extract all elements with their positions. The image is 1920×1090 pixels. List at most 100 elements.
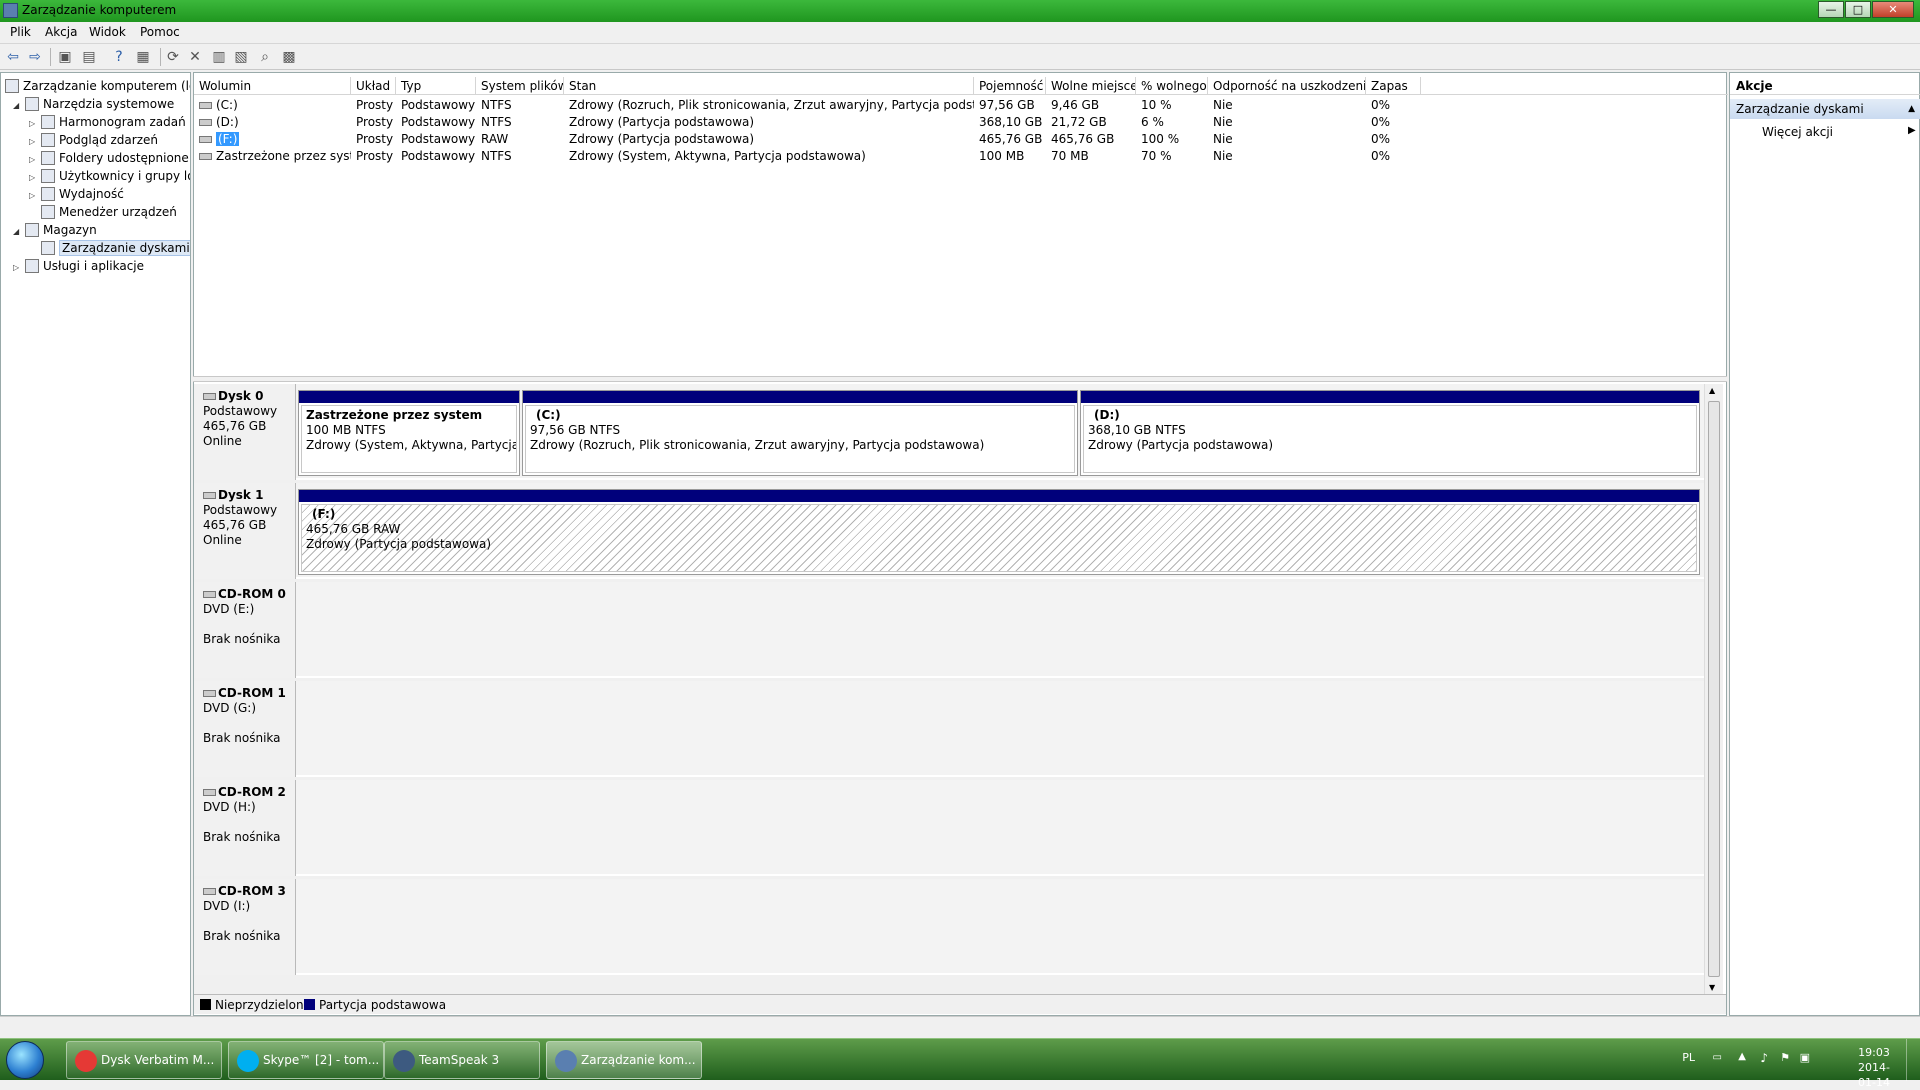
tree-item[interactable]: Menedżer urządzeń bbox=[29, 203, 177, 221]
disk-label[interactable]: CD-ROM 2 DVD (H:) Brak nośnika bbox=[194, 780, 296, 876]
table-cell: Nie bbox=[1213, 98, 1233, 112]
tree-item[interactable]: ▷ Harmonogram zadań bbox=[29, 113, 186, 131]
tree-item[interactable]: Zarządzanie dyskami bbox=[29, 239, 190, 257]
taskbar-button[interactable]: Skype™ [2] - tom... bbox=[228, 1041, 384, 1079]
more-actions-item[interactable]: Więcej akcji ▶ bbox=[1762, 125, 1916, 139]
forward-icon[interactable]: ⇨ bbox=[26, 48, 44, 66]
column-header[interactable]: Stan bbox=[564, 77, 974, 95]
table-cell: (D:) bbox=[194, 114, 351, 131]
language-indicator[interactable]: PL bbox=[1682, 1051, 1695, 1064]
properties-icon[interactable]: ▥ bbox=[210, 48, 228, 66]
disk-label[interactable]: CD-ROM 0 DVD (E:) Brak nośnika bbox=[194, 582, 296, 678]
legend-item-primary: Partycja podstawowa bbox=[304, 998, 446, 1012]
table-cell: 0% bbox=[1371, 149, 1391, 163]
disk-size bbox=[203, 716, 295, 731]
column-header[interactable]: Odporność na uszkodzenia bbox=[1208, 77, 1366, 95]
partition-area bbox=[298, 681, 1702, 777]
partition-block[interactable]: (F:) 465,76 GB RAW Zdrowy (Partycja podsta… bbox=[298, 489, 1700, 575]
partition-block[interactable]: (D:) 368,10 GB NTFS Zdrowy (Partycja podst… bbox=[1080, 390, 1700, 476]
scroll-down-icon[interactable]: ▼ bbox=[1709, 983, 1715, 992]
taskbar-button[interactable]: Dysk Verbatim M... bbox=[66, 1041, 222, 1079]
network-icon[interactable]: ▣ bbox=[1800, 1051, 1810, 1064]
column-header[interactable]: Układ bbox=[351, 77, 396, 95]
search-icon[interactable]: ⌕ bbox=[256, 48, 274, 66]
expander-icon[interactable]: ▷ bbox=[13, 259, 25, 277]
delete-icon[interactable]: ✕ bbox=[186, 48, 204, 66]
action-center-flag-icon[interactable]: ⚑ bbox=[1780, 1051, 1790, 1064]
minimize-button[interactable]: — bbox=[1818, 1, 1844, 18]
volume-icon[interactable]: ♪ bbox=[1760, 1051, 1768, 1065]
column-header[interactable]: % wolnego bbox=[1136, 77, 1208, 95]
disk-label[interactable]: CD-ROM 1 DVD (G:) Brak nośnika bbox=[194, 681, 296, 777]
keyboard-icon[interactable]: ▭ bbox=[1713, 1052, 1722, 1063]
refresh-icon[interactable]: ⟳ bbox=[164, 48, 182, 66]
settings-icon[interactable]: ▩ bbox=[280, 48, 298, 66]
menu-pomoc[interactable]: Pomoc bbox=[140, 25, 180, 39]
column-header[interactable]: Typ bbox=[396, 77, 476, 95]
scroll-up-icon[interactable]: ▲ bbox=[1709, 386, 1715, 395]
status-bar bbox=[0, 1016, 1920, 1038]
partition-type-bar bbox=[299, 490, 1699, 502]
maximize-button[interactable]: □ bbox=[1845, 1, 1871, 18]
tree-item[interactable]: ▷ Wydajność bbox=[29, 185, 124, 203]
start-button[interactable] bbox=[6, 1041, 44, 1079]
table-cell: Zdrowy (System, Aktywna, Partycja podsta… bbox=[569, 149, 866, 163]
table-row[interactable]: (F:) Prosty Podstawowy RAW Zdrowy (Partycja … bbox=[194, 131, 1728, 148]
close-button[interactable]: ✕ bbox=[1872, 1, 1914, 18]
up-folder-icon[interactable]: ▣ bbox=[56, 48, 74, 66]
collapse-up-icon[interactable]: ▲ bbox=[1908, 99, 1915, 119]
partition-state: Zdrowy (Partycja podstawowa) bbox=[306, 537, 492, 551]
show-desktop-button[interactable] bbox=[1906, 1039, 1920, 1081]
disk-label[interactable]: CD-ROM 3 DVD (I:) Brak nośnika bbox=[194, 879, 296, 975]
table-row[interactable]: (C:) Prosty Podstawowy NTFS Zdrowy (Rozruch,… bbox=[194, 97, 1728, 114]
disk-label[interactable]: Dysk 1 Podstawowy 465,76 GB Online bbox=[194, 483, 296, 579]
volume-icon bbox=[199, 119, 212, 126]
menu-widok[interactable]: Widok bbox=[89, 25, 126, 39]
open-icon[interactable]: ▧ bbox=[232, 48, 250, 66]
scroll-thumb[interactable] bbox=[1708, 401, 1720, 977]
partition-area: (F:) 465,76 GB RAW Zdrowy (Partycja podsta… bbox=[298, 483, 1702, 579]
column-header[interactable]: Zapas bbox=[1366, 77, 1421, 95]
column-header[interactable]: Pojemność bbox=[974, 77, 1046, 95]
disk-row: Dysk 1 Podstawowy 465,76 GB Online (F:) 465,7… bbox=[194, 483, 1704, 579]
hard-disk-icon bbox=[203, 492, 216, 499]
clock[interactable]: 19:03 2014-01-14 bbox=[1858, 1045, 1890, 1090]
submenu-arrow-icon: ▶ bbox=[1908, 125, 1916, 136]
tree-item[interactable]: ▷ Usługi i aplikacje bbox=[13, 257, 144, 275]
menu-plik[interactable]: Plik bbox=[10, 25, 31, 39]
pane-splitter[interactable] bbox=[193, 376, 1727, 382]
help-icon[interactable]: ? bbox=[110, 48, 128, 66]
table-row[interactable]: Zastrzeżone przez system Prosty Podstawowy… bbox=[194, 148, 1728, 165]
back-icon[interactable]: ⇦ bbox=[4, 48, 22, 66]
tree-item[interactable]: ◢ Magazyn bbox=[13, 221, 97, 239]
show-tree-icon[interactable]: ▤ bbox=[80, 48, 98, 66]
volume-icon bbox=[199, 153, 212, 160]
table-cell: (F:) bbox=[194, 131, 351, 148]
show-hidden-icons-icon[interactable]: ▲ bbox=[1738, 1051, 1746, 1062]
taskbar-button[interactable]: Zarządzanie kom... bbox=[546, 1041, 702, 1079]
menu-akcja[interactable]: Akcja bbox=[45, 25, 77, 39]
tree-item[interactable]: ▷ Podgląd zdarzeń bbox=[29, 131, 158, 149]
partition-size: 368,10 GB NTFS bbox=[1088, 423, 1186, 437]
tree-root[interactable]: Zarządzanie komputerem (lokalny) bbox=[5, 77, 190, 95]
tree-item[interactable]: ▷ Foldery udostępnione bbox=[29, 149, 189, 167]
taskbar-button[interactable]: TeamSpeak 3 bbox=[384, 1041, 540, 1079]
tree-item[interactable]: ▷Użytkownicy i grupy lokalne bbox=[29, 167, 190, 185]
column-header[interactable]: Wolumin bbox=[194, 77, 351, 95]
table-cell: Zdrowy (Partycja podstawowa) bbox=[569, 132, 755, 146]
tree-item[interactable]: ◢ Narzędzia systemowe bbox=[13, 95, 174, 113]
column-header[interactable]: System plików bbox=[476, 77, 564, 95]
computer-management-icon bbox=[555, 1050, 577, 1072]
expander-icon[interactable]: ◢ bbox=[13, 223, 25, 241]
properties-view-icon[interactable]: ▦ bbox=[134, 48, 152, 66]
table-row[interactable]: (D:) Prosty Podstawowy NTFS Zdrowy (Partycja… bbox=[194, 114, 1728, 131]
partition-block[interactable]: (C:) 97,56 GB NTFS Zdrowy (Rozruch, Plik s… bbox=[522, 390, 1078, 476]
actions-section-disk-management[interactable]: Zarządzanie dyskami ▲ bbox=[1730, 99, 1920, 119]
disk-view-vertical-scrollbar[interactable]: ▲ ▼ bbox=[1704, 384, 1723, 994]
computer-management-icon bbox=[5, 79, 19, 93]
partition-block[interactable]: Zastrzeżone przez system 100 MB NTFS Zdrow… bbox=[298, 390, 520, 476]
table-cell: 6 % bbox=[1141, 115, 1164, 129]
column-header[interactable]: Wolne miejsce bbox=[1046, 77, 1136, 95]
disk-label[interactable]: Dysk 0 Podstawowy 465,76 GB Online bbox=[194, 384, 296, 480]
expander-icon[interactable]: ◢ bbox=[13, 97, 25, 115]
